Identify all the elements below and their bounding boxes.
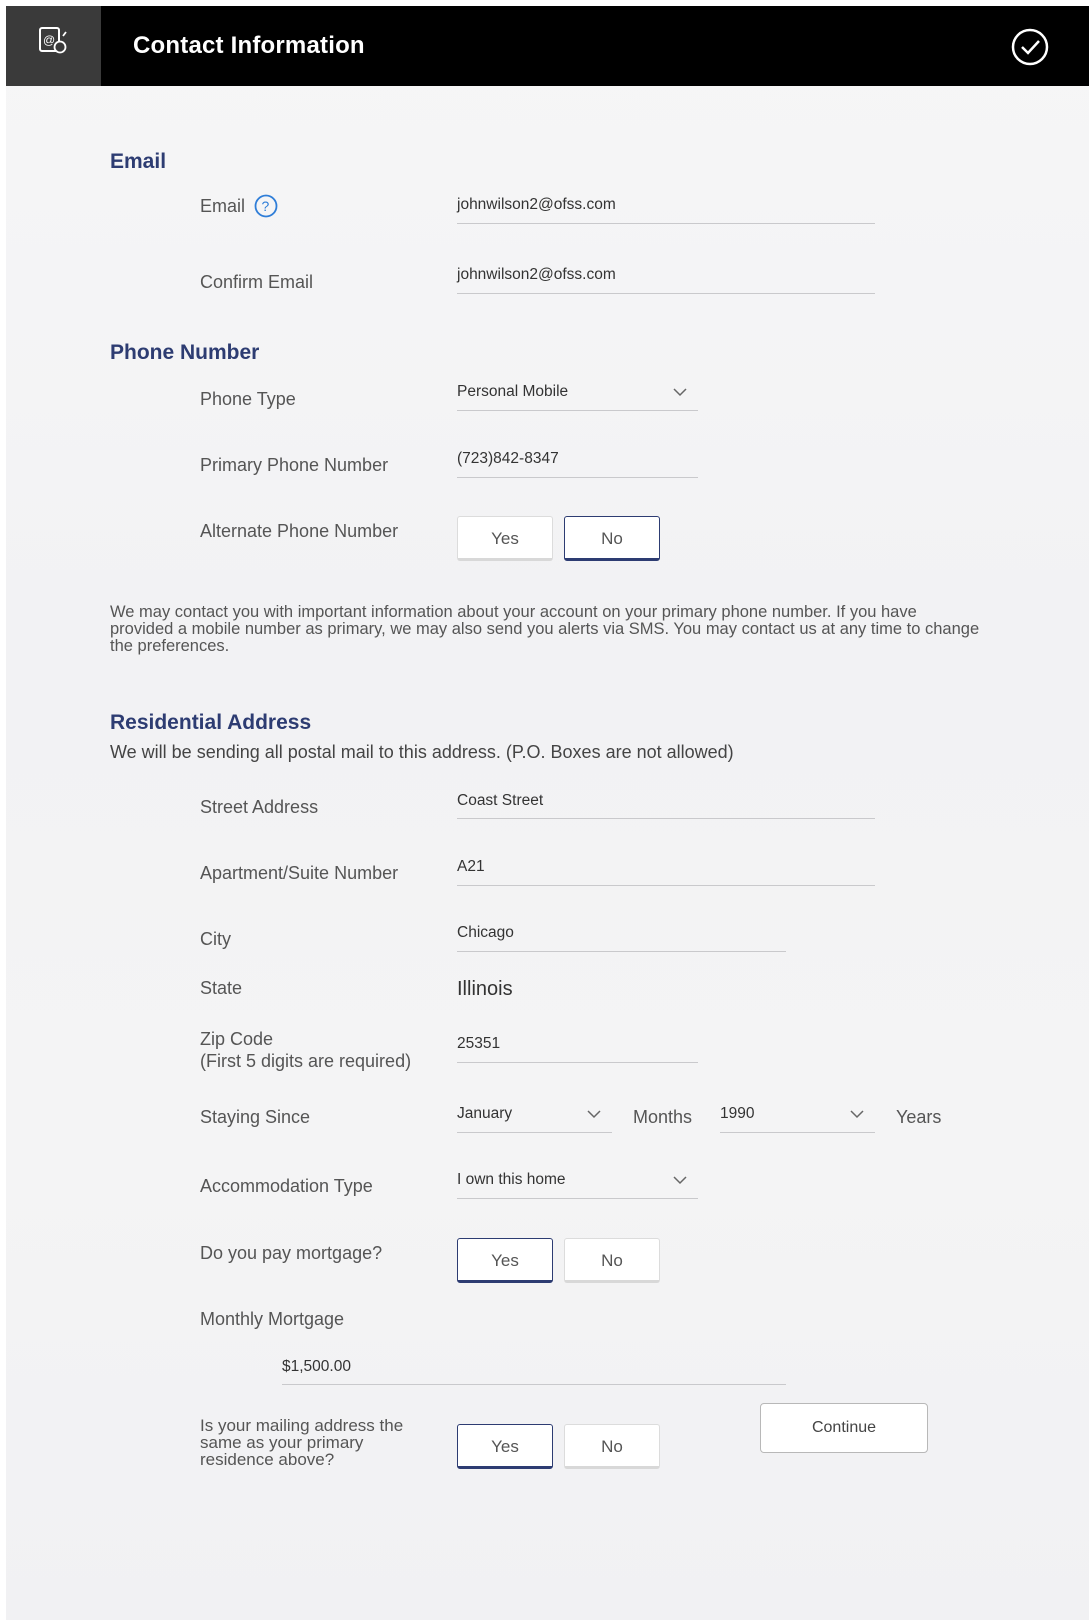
- confirm-email-field[interactable]: johnwilson2@ofss.com: [457, 266, 616, 284]
- apartment-label: Apartment/Suite Number: [200, 863, 399, 883]
- header-icon-box: @: [6, 6, 101, 86]
- apartment-field[interactable]: A21: [457, 858, 485, 876]
- accommodation-type-label: Accommodation Type: [200, 1176, 373, 1196]
- primary-phone-field[interactable]: (723)842-8347: [457, 450, 559, 468]
- mortgage-yes-button[interactable]: Yes: [457, 1238, 553, 1283]
- state-label: State: [200, 978, 243, 998]
- monthly-mortgage-label: Monthly Mortgage: [200, 1309, 345, 1329]
- alternate-phone-yes-button[interactable]: Yes: [457, 516, 553, 561]
- continue-button[interactable]: Continue: [760, 1403, 928, 1453]
- zip-code-field[interactable]: 25351: [457, 1035, 500, 1053]
- monthly-mortgage-underline: [282, 1384, 786, 1385]
- page-header: @ Contact Information: [6, 6, 1089, 86]
- zip-code-label: Zip Code: [200, 1029, 274, 1049]
- phone-type-underline: [457, 410, 698, 411]
- city-underline: [457, 951, 786, 952]
- phone-type-select[interactable]: Personal Mobile: [457, 383, 568, 401]
- svg-text:@: @: [43, 33, 55, 47]
- staying-since-month-underline: [457, 1132, 612, 1133]
- email-section-title: Email: [110, 150, 167, 173]
- check-circle-icon[interactable]: [1011, 28, 1049, 66]
- zip-code-sublabel: (First 5 digits are required): [200, 1051, 412, 1071]
- city-label: City: [200, 929, 231, 949]
- help-circle-icon[interactable]: ?: [254, 194, 278, 218]
- alternate-phone-no-button[interactable]: No: [564, 516, 660, 561]
- page-title: Contact Information: [133, 32, 365, 59]
- months-label: Months: [633, 1107, 693, 1127]
- accommodation-type-select[interactable]: I own this home: [457, 1171, 566, 1189]
- chevron-down-icon[interactable]: [672, 387, 688, 397]
- chevron-down-icon[interactable]: [849, 1109, 865, 1119]
- street-address-label: Street Address: [200, 797, 319, 817]
- confirm-email-underline: [457, 293, 875, 294]
- email-field[interactable]: johnwilson2@ofss.com: [457, 196, 616, 214]
- svg-text:?: ?: [262, 198, 270, 214]
- staying-since-label: Staying Since: [200, 1107, 311, 1127]
- monthly-mortgage-field[interactable]: $1,500.00: [282, 1358, 351, 1376]
- staying-since-month-select[interactable]: January: [457, 1105, 512, 1123]
- years-label: Years: [896, 1107, 942, 1127]
- primary-phone-label: Primary Phone Number: [200, 455, 389, 475]
- mailing-address-label-line3: residence above?: [200, 1450, 335, 1469]
- page-frame: @ Contact Information Email Email ? john…: [6, 6, 1089, 1620]
- apartment-underline: [457, 885, 875, 886]
- street-address-field[interactable]: Coast Street: [457, 792, 543, 810]
- primary-phone-underline: [457, 477, 698, 478]
- confirm-email-label: Confirm Email: [200, 272, 314, 292]
- mortgage-label: Do you pay mortgage?: [200, 1243, 383, 1263]
- phone-section-title: Phone Number: [110, 341, 260, 364]
- address-section-title: Residential Address: [110, 711, 312, 734]
- zip-code-underline: [457, 1062, 698, 1063]
- mailing-yes-button[interactable]: Yes: [457, 1424, 553, 1469]
- email-field-underline: [457, 223, 875, 224]
- chevron-down-icon[interactable]: [672, 1175, 688, 1185]
- street-address-underline: [457, 818, 875, 819]
- staying-since-year-underline: [720, 1132, 875, 1133]
- email-contact-icon: @: [39, 27, 67, 54]
- staying-since-year-select[interactable]: 1990: [720, 1105, 754, 1123]
- mailing-no-button[interactable]: No: [564, 1424, 660, 1469]
- address-subtitle: We will be sending all postal mail to th…: [110, 742, 734, 762]
- chevron-down-icon[interactable]: [586, 1109, 602, 1119]
- accommodation-type-underline: [457, 1198, 698, 1199]
- phone-type-label: Phone Type: [200, 389, 296, 409]
- mortgage-no-button[interactable]: No: [564, 1238, 660, 1283]
- alternate-phone-label: Alternate Phone Number: [200, 521, 399, 541]
- city-field[interactable]: Chicago: [457, 924, 514, 942]
- email-label: Email: [200, 196, 246, 216]
- phone-contact-note: We may contact you with important inform…: [110, 603, 980, 655]
- state-value: Illinois: [457, 978, 513, 1000]
